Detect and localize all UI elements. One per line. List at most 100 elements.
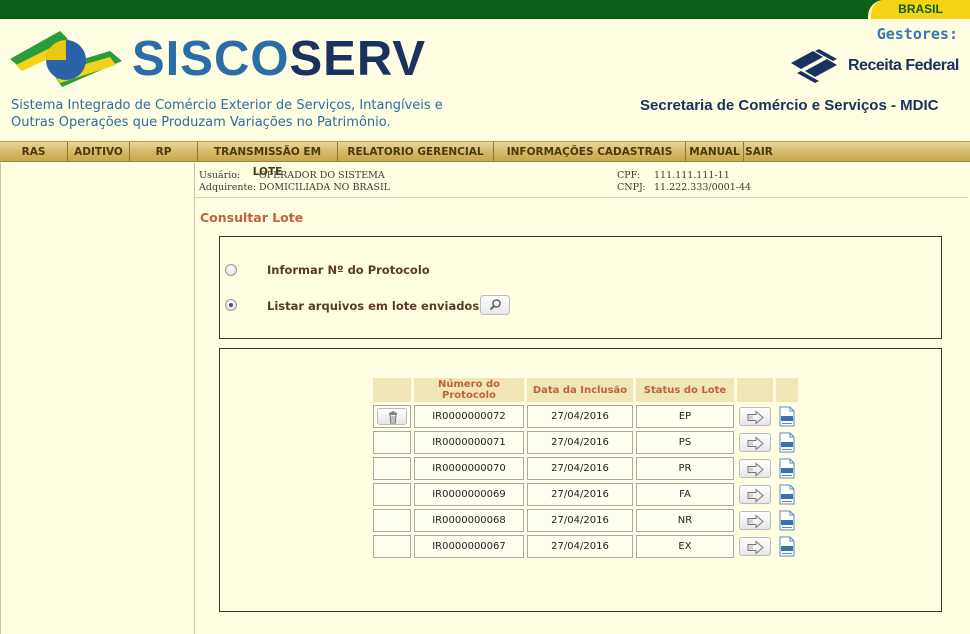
xml-file-icon	[779, 458, 795, 479]
delete-cell	[373, 535, 411, 558]
gestores-label: Gestores:	[876, 25, 958, 43]
table-row: IR0000000068 27/04/2016 NR	[373, 509, 798, 532]
download-cell	[776, 405, 798, 428]
delete-button[interactable]	[377, 408, 407, 425]
table-row: IR0000000071 27/04/2016 PS	[373, 431, 798, 454]
xml-file-icon	[779, 484, 795, 505]
menu-item-transmissao-em-lote[interactable]: TRANSMISSÃO EM LOTE	[198, 142, 338, 178]
view-cell	[737, 509, 773, 532]
app-logo-text: SISCOSERV	[132, 31, 426, 87]
delete-cell	[373, 431, 411, 454]
protocolo-cell: IR0000000072	[414, 405, 524, 428]
arrow-right-icon	[747, 410, 764, 425]
status-cell: NR	[636, 509, 734, 532]
status-cell: EP	[636, 405, 734, 428]
view-cell	[737, 483, 773, 506]
download-cell	[776, 509, 798, 532]
delete-cell	[373, 405, 411, 428]
cnpj-label: CNPJ:	[617, 182, 646, 193]
view-cell	[737, 457, 773, 480]
menu-item-ras[interactable]: RAS	[0, 142, 68, 161]
download-xml-button[interactable]	[778, 510, 796, 531]
header-data-inclusao: Data da Inclusão	[527, 378, 633, 402]
view-lote-button[interactable]	[739, 433, 771, 452]
main-content: Usuário: OPERADOR DO SISTEMA Adquirente:…	[195, 163, 970, 634]
download-xml-button[interactable]	[778, 536, 796, 557]
download-xml-button[interactable]	[778, 432, 796, 453]
table-row: IR0000000069 27/04/2016 FA	[373, 483, 798, 506]
data-cell: 27/04/2016	[527, 431, 633, 454]
view-lote-button[interactable]	[739, 407, 771, 426]
adquirente-label: Adquirente:	[199, 182, 257, 193]
lote-table: Número do Protocolo Data da Inclusão Sta…	[370, 375, 801, 561]
view-cell	[737, 535, 773, 558]
view-lote-button[interactable]	[739, 537, 771, 556]
radio-label-listar-arquivos: Listar arquivos em lote enviados	[267, 299, 480, 313]
data-cell: 27/04/2016	[527, 535, 633, 558]
cpf-value: 111.111.111-11	[654, 170, 730, 181]
radio-label-informar-protocolo: Informar Nº do Protocolo	[267, 263, 430, 277]
download-cell	[776, 431, 798, 454]
menu-item-manual[interactable]: MANUAL	[686, 142, 744, 161]
protocolo-cell: IR0000000070	[414, 457, 524, 480]
header-download	[776, 378, 798, 402]
search-button[interactable]	[480, 295, 510, 315]
cpf-label: CPF:	[617, 170, 641, 181]
protocolo-cell: IR0000000068	[414, 509, 524, 532]
view-lote-button[interactable]	[739, 459, 771, 478]
header-view	[737, 378, 773, 402]
menu-item-rp[interactable]: RP	[130, 142, 198, 161]
arrow-right-icon	[747, 514, 764, 529]
adquirente-value: DOMICILIADA NO BRASIL	[259, 182, 391, 193]
protocolo-cell: IR0000000071	[414, 431, 524, 454]
page-header: SISCOSERV Sistema Integrado de Comércio …	[0, 19, 970, 141]
main-menu: RAS ADITIVO RP TRANSMISSÃO EM LOTE RELAT…	[0, 141, 970, 178]
user-info-panel: Usuário: OPERADOR DO SISTEMA Adquirente:…	[195, 163, 968, 198]
magnifier-icon	[489, 299, 501, 311]
radio-informar-protocolo[interactable]	[225, 264, 237, 276]
gov-top-bar: BRASIL	[0, 0, 970, 19]
table-body: IR0000000072 27/04/2016 EP IR0000000071 27/0…	[373, 405, 798, 558]
arrow-right-icon	[747, 436, 764, 451]
download-cell	[776, 535, 798, 558]
menu-item-sair[interactable]: SAIR	[744, 142, 774, 161]
xml-file-icon	[779, 536, 795, 557]
radio-listar-arquivos[interactable]	[225, 299, 237, 311]
download-xml-button[interactable]	[778, 406, 796, 427]
arrow-right-icon	[747, 488, 764, 503]
header-numero-protocolo: Número do Protocolo	[414, 378, 524, 402]
usuario-value: OPERADOR DO SISTEMA	[259, 170, 385, 181]
menu-item-aditivo[interactable]: ADITIVO	[68, 142, 130, 161]
xml-file-icon	[779, 432, 795, 453]
status-cell: PS	[636, 431, 734, 454]
header-delete	[373, 378, 411, 402]
status-cell: FA	[636, 483, 734, 506]
table-row: IR0000000072 27/04/2016 EP	[373, 405, 798, 428]
page-title: Consultar Lote	[200, 210, 304, 225]
cnpj-value: 11.222.333/0001-44	[654, 182, 752, 193]
brasil-gov-link[interactable]: BRASIL	[868, 0, 970, 19]
usuario-label: Usuário:	[199, 170, 241, 181]
trash-icon	[389, 411, 397, 424]
menu-item-relatorio-gerencial[interactable]: RELATORIO GERENCIAL	[338, 142, 494, 161]
view-cell	[737, 405, 773, 428]
data-cell: 27/04/2016	[527, 509, 633, 532]
view-lote-button[interactable]	[739, 511, 771, 530]
status-cell: PR	[636, 457, 734, 480]
arrow-right-icon	[747, 462, 764, 477]
receita-federal-logo-icon	[791, 49, 837, 83]
download-xml-button[interactable]	[778, 458, 796, 479]
logo-text-serv: SERV	[289, 32, 427, 86]
download-xml-button[interactable]	[778, 484, 796, 505]
xml-file-icon	[779, 510, 795, 531]
secretaria-label: Secretaria de Comércio e Serviços - MDIC	[640, 97, 939, 114]
results-panel: Número do Protocolo Data da Inclusão Sta…	[219, 348, 942, 612]
menu-item-informacoes-cadastrais[interactable]: INFORMAÇÕES CADASTRAIS	[494, 142, 686, 161]
view-lote-button[interactable]	[739, 485, 771, 504]
xml-file-icon	[779, 406, 795, 427]
status-cell: EX	[636, 535, 734, 558]
sidebar	[0, 163, 195, 634]
protocolo-cell: IR0000000067	[414, 535, 524, 558]
header-status-lote: Status do Lote	[636, 378, 734, 402]
table-row: IR0000000070 27/04/2016 PR	[373, 457, 798, 480]
